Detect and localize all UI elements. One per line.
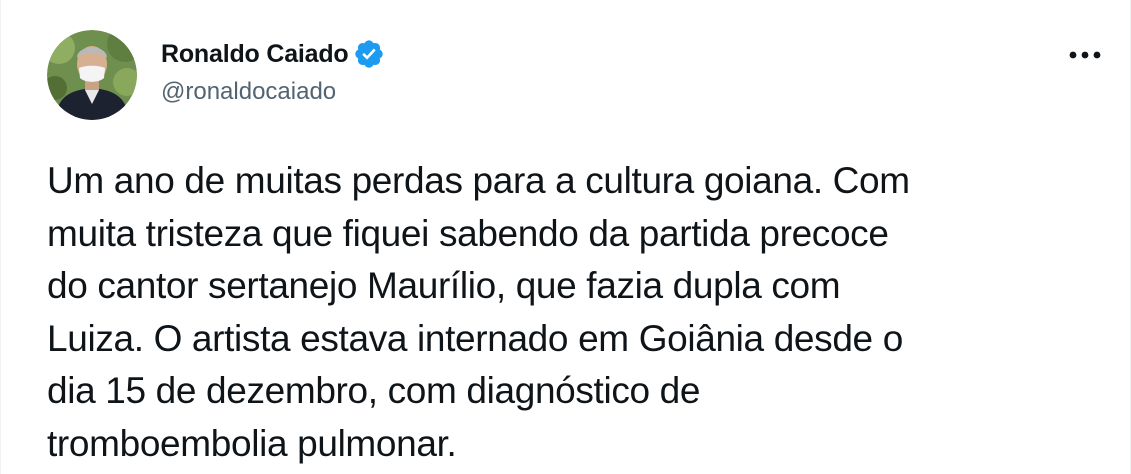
- author-name-row[interactable]: Ronaldo Caiado: [161, 38, 385, 70]
- tweet-text-line: do cantor sertanejo Maurílio, que fazia …: [47, 265, 841, 306]
- tweet-text: Um ano de muitas perdas para a cultura g…: [47, 155, 1107, 470]
- tweet-text-line: dia 15 de dezembro, com diagnóstico de: [47, 370, 701, 411]
- avatar[interactable]: [47, 30, 137, 120]
- more-options-icon: [1069, 51, 1101, 59]
- avatar-photo: [47, 30, 137, 120]
- tweet-text-line: Luiza. O artista estava internado em Goi…: [47, 317, 903, 359]
- tweet-text-line: Um ano de muitas perdas para a cultura g…: [47, 160, 910, 201]
- tweet-text-line: muita tristeza que fiquei sabendo da par…: [47, 212, 889, 254]
- tweet-card: Ronaldo Caiado @ronaldocaiado Um ano de …: [0, 0, 1131, 474]
- author-handle[interactable]: @ronaldocaiado: [161, 77, 336, 107]
- more-options-button[interactable]: [1063, 40, 1107, 70]
- author-display-name[interactable]: Ronaldo Caiado: [161, 38, 349, 70]
- tweet-text-line: tromboembolia pulmonar.: [47, 422, 457, 464]
- verified-badge-icon: [353, 38, 385, 70]
